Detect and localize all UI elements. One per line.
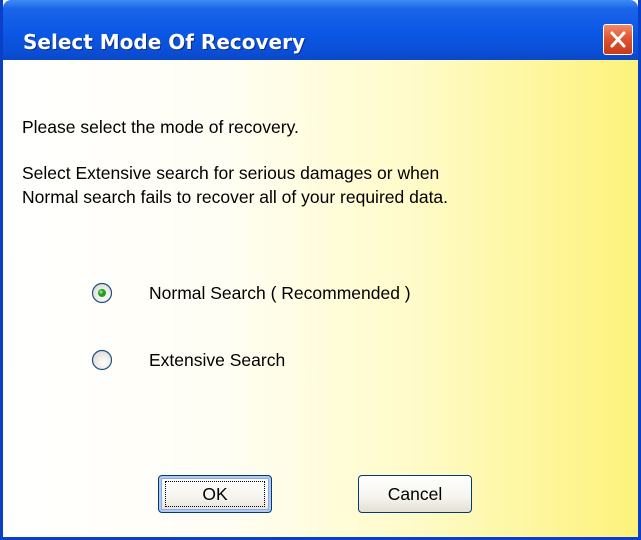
ok-button-label: OK — [202, 484, 228, 504]
ok-button[interactable]: OK — [158, 475, 272, 513]
radio-checked-icon[interactable] — [91, 282, 113, 304]
description-line-1: Select Extensive search for serious dama… — [22, 163, 440, 183]
title-bar[interactable]: Select Mode Of Recovery — [3, 0, 638, 60]
radio-normal-search-label: Normal Search ( Recommended ) — [149, 283, 411, 303]
dialog-body: Please select the mode of recovery. Sele… — [3, 60, 638, 537]
dialog-title: Select Mode Of Recovery — [23, 30, 305, 54]
radio-unchecked-icon[interactable] — [91, 349, 113, 371]
radio-extensive-search-label: Extensive Search — [149, 350, 286, 370]
recovery-mode-dialog: Select Mode Of Recovery Please select th… — [0, 0, 641, 540]
description-line-2: Normal search fails to recover all of yo… — [22, 187, 449, 207]
cancel-button-label: Cancel — [387, 484, 443, 504]
close-button[interactable] — [603, 24, 633, 55]
intro-text: Please select the mode of recovery. — [22, 117, 299, 137]
cancel-button[interactable]: Cancel — [358, 475, 472, 513]
close-x-icon — [610, 31, 626, 48]
